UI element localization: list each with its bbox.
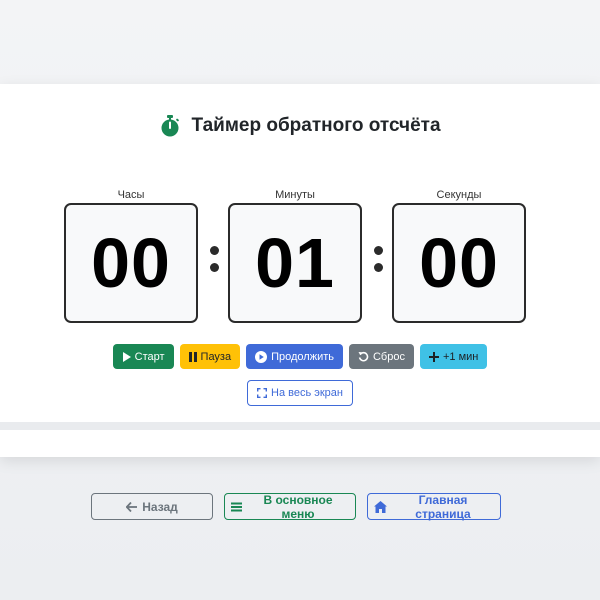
hours-display: 00 xyxy=(64,203,198,323)
pause-label: Пауза xyxy=(200,350,232,363)
colon-dot xyxy=(373,246,383,255)
colon-separator xyxy=(209,246,219,276)
plus-icon xyxy=(428,351,439,362)
menu-icon xyxy=(231,502,242,512)
play-icon xyxy=(122,351,131,362)
home-label: Главная страница xyxy=(415,492,471,521)
add-minute-label: +1 мин xyxy=(442,350,479,363)
hours-label: Часы xyxy=(117,189,145,201)
seconds-label: Секунды xyxy=(436,189,482,201)
seconds-unit: Секунды 00 xyxy=(392,188,526,323)
minutes-label: Минуты xyxy=(275,189,315,201)
bottom-navigation: Назад В основное меню Главная страница xyxy=(0,492,600,521)
timer-controls: Старт Пауза Продолжить Сброс +1 мин xyxy=(0,344,600,369)
seconds-display: 00 xyxy=(392,203,526,323)
page-title: Таймер обратного отсчёта xyxy=(191,115,441,136)
reset-button[interactable]: Сброс xyxy=(348,344,414,369)
fullscreen-row: На весь экран xyxy=(0,380,600,406)
fullscreen-label: На весь экран xyxy=(271,387,343,399)
fullscreen-button[interactable]: На весь экран xyxy=(247,380,353,406)
arrow-left-icon xyxy=(126,501,138,512)
timer-card: Таймер обратного отсчёта Часы 00 Минуты … xyxy=(0,84,600,457)
hours-value: 00 xyxy=(91,224,171,302)
start-label: Старт xyxy=(134,350,165,363)
page: Таймер обратного отсчёта Часы 00 Минуты … xyxy=(0,0,600,600)
seconds-value: 00 xyxy=(419,224,499,302)
home-icon xyxy=(374,500,387,513)
reset-label: Сброс xyxy=(372,350,405,363)
card-divider xyxy=(0,422,600,430)
reset-icon xyxy=(358,351,369,362)
main-menu-label: В основное меню xyxy=(263,492,333,521)
fullscreen-icon xyxy=(257,388,267,398)
colon-dot xyxy=(373,263,383,272)
resume-button[interactable]: Продолжить xyxy=(246,344,343,369)
resume-label: Продолжить xyxy=(271,350,334,363)
colon-dot xyxy=(209,263,219,272)
main-menu-button[interactable]: В основное меню xyxy=(224,492,356,521)
colon-dot xyxy=(209,246,219,255)
colon-separator xyxy=(373,246,383,276)
back-button[interactable]: Назад xyxy=(91,493,213,520)
hours-unit: Часы 00 xyxy=(64,188,198,323)
pause-icon xyxy=(188,351,197,362)
stopwatch-icon xyxy=(159,114,181,138)
home-button[interactable]: Главная страница xyxy=(367,492,501,521)
pause-button[interactable]: Пауза xyxy=(179,344,241,369)
start-button[interactable]: Старт xyxy=(112,344,174,369)
play-circle-icon xyxy=(255,350,268,363)
minutes-unit: Минуты 01 xyxy=(228,188,362,323)
back-label: Назад xyxy=(142,499,178,514)
minutes-display: 01 xyxy=(228,203,362,323)
title-row: Таймер обратного отсчёта xyxy=(0,114,600,138)
minutes-value: 01 xyxy=(255,224,335,302)
add-minute-button[interactable]: +1 мин xyxy=(419,344,488,369)
